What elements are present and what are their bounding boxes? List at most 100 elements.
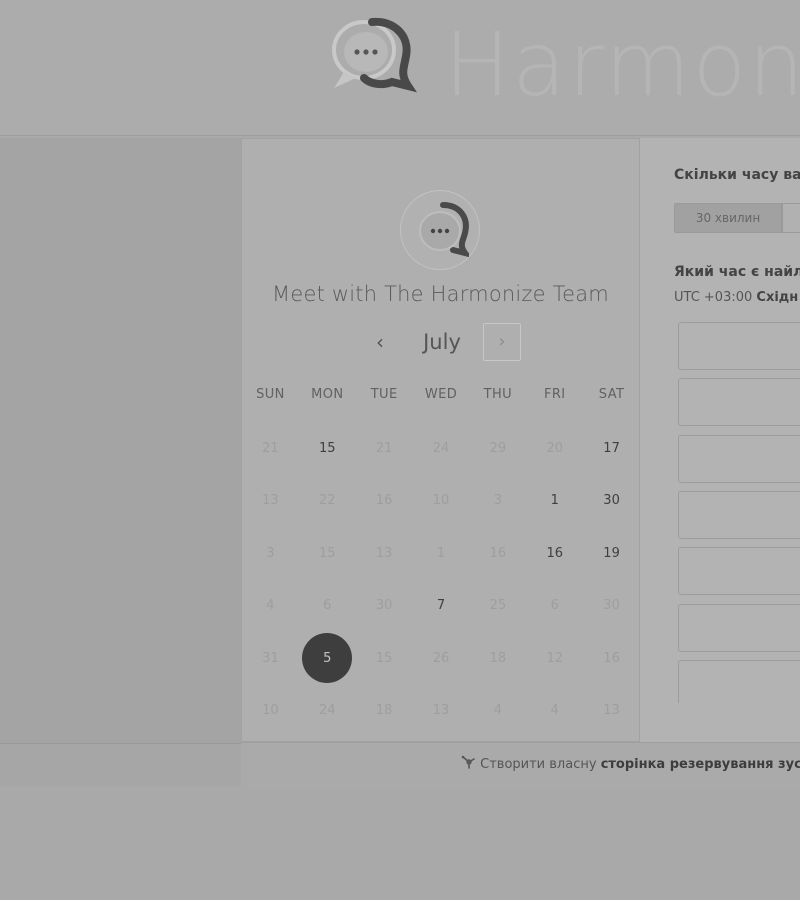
calendar-day: 13 — [242, 475, 299, 528]
calendar-day: 21 — [242, 422, 299, 475]
weekday-label: THU — [483, 387, 513, 402]
sprocket-icon — [460, 755, 480, 772]
calendar-day-number: 12 — [546, 650, 563, 666]
calendar-day-available[interactable]: 17 — [583, 422, 640, 475]
time-slot-button[interactable] — [678, 490, 800, 539]
calendar-day: 13 — [413, 685, 470, 738]
calendar-day: 12 — [526, 632, 583, 685]
weekday-label: MON — [311, 387, 344, 402]
calendar-day-grid: 21 15 21 24 29 20 17 13 22 16 10 3 1 30 3 15 13 1 16 16 19 4 6… — [242, 422, 640, 737]
weekday-header-row: SUN MON TUE WED THU FRI SAT — [242, 387, 640, 402]
calendar-day-number: 24 — [319, 703, 336, 719]
timezone-line[interactable]: UTC +03:00 Східн — [674, 290, 798, 305]
calendar-day-available[interactable]: 19 — [583, 527, 640, 580]
brand-name: Harmon — [444, 13, 800, 116]
calendar-day-number: 25 — [489, 598, 507, 614]
calendar-day: 18 — [469, 632, 526, 685]
calendar-day: 1 — [413, 527, 470, 580]
calendar-day-number: 13 — [603, 703, 620, 719]
calendar-day: 6 — [299, 580, 356, 633]
calendar-day-number: 17 — [603, 440, 620, 456]
meeting-title: Meet with The Harmonize Team — [272, 282, 609, 306]
calendar-day-number: 4 — [266, 598, 275, 614]
calendar-day-number: 15 — [319, 545, 336, 561]
calendar-day-number: 16 — [375, 493, 393, 509]
calendar-day-number: 10 — [432, 493, 450, 509]
calendar-day: 13 — [583, 685, 640, 738]
calendar-day: 24 — [299, 685, 356, 738]
calendar-day-available[interactable]: 30 — [583, 475, 640, 528]
calendar-day: 20 — [526, 422, 583, 475]
calendar-day-number: 16 — [489, 545, 507, 561]
calendar-day-number: 22 — [319, 493, 336, 509]
calendar-day-number: 30 — [375, 598, 393, 614]
chevron-left-icon[interactable]: ‹ — [367, 328, 393, 356]
duration-option-30[interactable]: 30 хвилин — [674, 203, 782, 233]
month-label: July — [423, 330, 461, 354]
timezone-name: Східн — [756, 290, 799, 305]
month-navigation: ‹ July › — [241, 322, 640, 362]
calendar-day-number: 21 — [375, 440, 393, 456]
calendar-day: 16 — [356, 475, 413, 528]
calendar-day-number: 1 — [550, 493, 559, 509]
calendar-day-number: 24 — [432, 440, 450, 456]
calendar-day-number: 6 — [323, 598, 332, 614]
brand-logo-icon — [322, 12, 418, 94]
calendar-day-number: 31 — [262, 650, 279, 666]
footer-text-prefix: Створити власну — [480, 757, 597, 772]
calendar-day-available[interactable]: 7 — [413, 580, 470, 633]
calendar-day: 30 — [356, 580, 413, 633]
calendar-day: 21 — [356, 422, 413, 475]
calendar-day-number: 5 — [302, 633, 353, 684]
calendar-day: 24 — [413, 422, 470, 475]
calendar-day-number: 21 — [262, 440, 279, 456]
calendar-day-available[interactable]: 1 — [526, 475, 583, 528]
calendar-day: 31 — [242, 632, 299, 685]
weekday-label: SUN — [256, 387, 285, 402]
weekday-label: TUE — [370, 387, 398, 402]
calendar-day-available[interactable]: 15 — [299, 422, 356, 475]
calendar-day-number: 4 — [493, 703, 502, 719]
calendar-day: 15 — [356, 632, 413, 685]
calendar-day: 16 — [583, 632, 640, 685]
calendar-day-selected[interactable]: 5 — [299, 632, 356, 685]
calendar-day: 29 — [469, 422, 526, 475]
time-slot-button[interactable] — [678, 322, 800, 370]
calendar-day: 4 — [469, 685, 526, 738]
duration-heading: Скільки часу ва — [674, 167, 800, 183]
calendar-day: 22 — [299, 475, 356, 528]
calendar-day-number: 10 — [262, 703, 279, 719]
timezone-offset: UTC +03:00 — [674, 290, 753, 305]
footer-text-bold: сторінка резервування зустрі — [600, 757, 800, 772]
calendar-day: 4 — [526, 685, 583, 738]
calendar-day-number: 6 — [550, 598, 559, 614]
weekday-label: SAT — [598, 387, 625, 402]
calendar-day: 13 — [356, 527, 413, 580]
calendar-day-number: 26 — [432, 650, 450, 666]
time-slot-button[interactable] — [678, 434, 800, 483]
time-slot-button[interactable] — [678, 547, 800, 596]
calendar-day-available[interactable]: 16 — [526, 527, 583, 580]
calendar-day: 30 — [583, 580, 640, 633]
duration-option-other[interactable] — [782, 203, 800, 233]
chevron-right-icon[interactable]: › — [483, 323, 521, 361]
calendar-day: 25 — [469, 580, 526, 633]
time-slot-button[interactable] — [678, 378, 800, 427]
calendar-day-number: 18 — [489, 650, 507, 666]
calendar-day-number: 16 — [546, 545, 563, 561]
create-booking-page-link[interactable]: Створити власну сторінка резервування зу… — [460, 754, 800, 772]
calendar-day-number: 30 — [603, 598, 620, 614]
calendar-day-number: 18 — [375, 703, 393, 719]
calendar-day: 10 — [242, 685, 299, 738]
meeting-avatar — [400, 190, 480, 270]
calendar-day-number: 1 — [436, 545, 446, 561]
time-slot-button[interactable] — [678, 603, 800, 652]
calendar-day-number: 20 — [546, 440, 563, 456]
calendar-day: 15 — [299, 527, 356, 580]
calendar-day: 10 — [413, 475, 470, 528]
calendar-day: 18 — [356, 685, 413, 738]
weekday-label: FRI — [543, 387, 566, 402]
calendar-day: 16 — [469, 527, 526, 580]
time-slot-button[interactable] — [678, 659, 800, 703]
calendar-day-number: 3 — [493, 493, 502, 509]
